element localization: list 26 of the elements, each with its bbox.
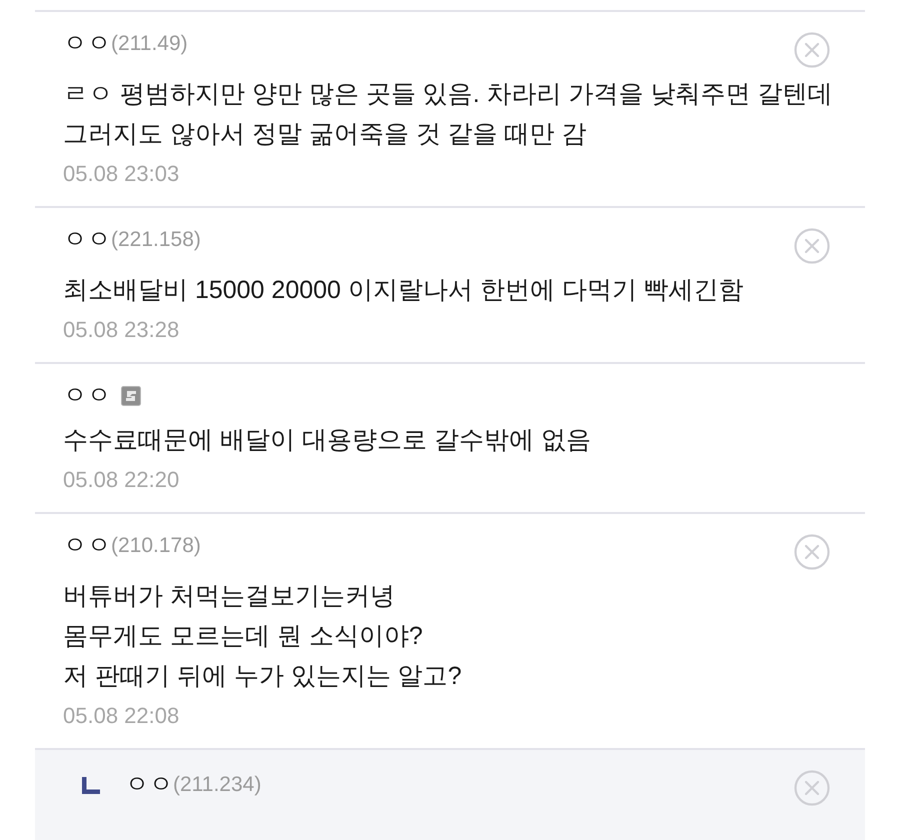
ip-address: (211.49)	[111, 31, 188, 57]
commenter-name: ㅇㅇ	[63, 531, 111, 561]
commenter-name: ㅇㅇ	[63, 381, 111, 411]
corner-mark-icon	[82, 776, 100, 794]
comment-date: 05.08 22:20	[63, 466, 180, 494]
comment-text: ㄹㅇ 평범하지만 양만 많은 곳들 있음. 차라리 가격을 낮춰주면 갈텐데	[63, 79, 830, 110]
badge-icon	[121, 386, 141, 406]
comment-date: 05.08 23:28	[63, 316, 180, 344]
ip-address: (211.234)	[173, 772, 262, 798]
comment-text: 최소배달비 15000 20000 이지랄나서 한번에 다먹기 빡세긴함	[63, 275, 745, 306]
comment-text: 그러지도 않아서 정말 굶어죽을 것 같을 때만 감	[63, 119, 588, 150]
close-icon[interactable]	[794, 770, 830, 806]
ip-address: (221.158)	[111, 227, 201, 253]
comment-text: 저 판때기 뒤에 누가 있는지는 알고?	[63, 661, 463, 692]
commenter-name: ㅇㅇ	[63, 225, 111, 255]
close-icon[interactable]	[794, 534, 830, 570]
commenter-name: ㅇㅇ	[125, 770, 173, 800]
comment-date: 05.08 22:08	[63, 702, 180, 730]
ip-address: (210.178)	[111, 533, 201, 559]
comment-text: 몸무게도 모르는데 뭔 소식이야?	[63, 621, 424, 652]
comment-text: 수수료때문에 배달이 대용량으로 갈수밖에 없음	[63, 425, 592, 456]
comment-text: 버튜버가 처먹는걸보기는커녕	[63, 581, 396, 612]
close-icon[interactable]	[794, 32, 830, 68]
commenter-name: ㅇㅇ	[63, 29, 111, 59]
comment-date: 05.08 23:03	[63, 160, 180, 188]
close-icon[interactable]	[794, 228, 830, 264]
